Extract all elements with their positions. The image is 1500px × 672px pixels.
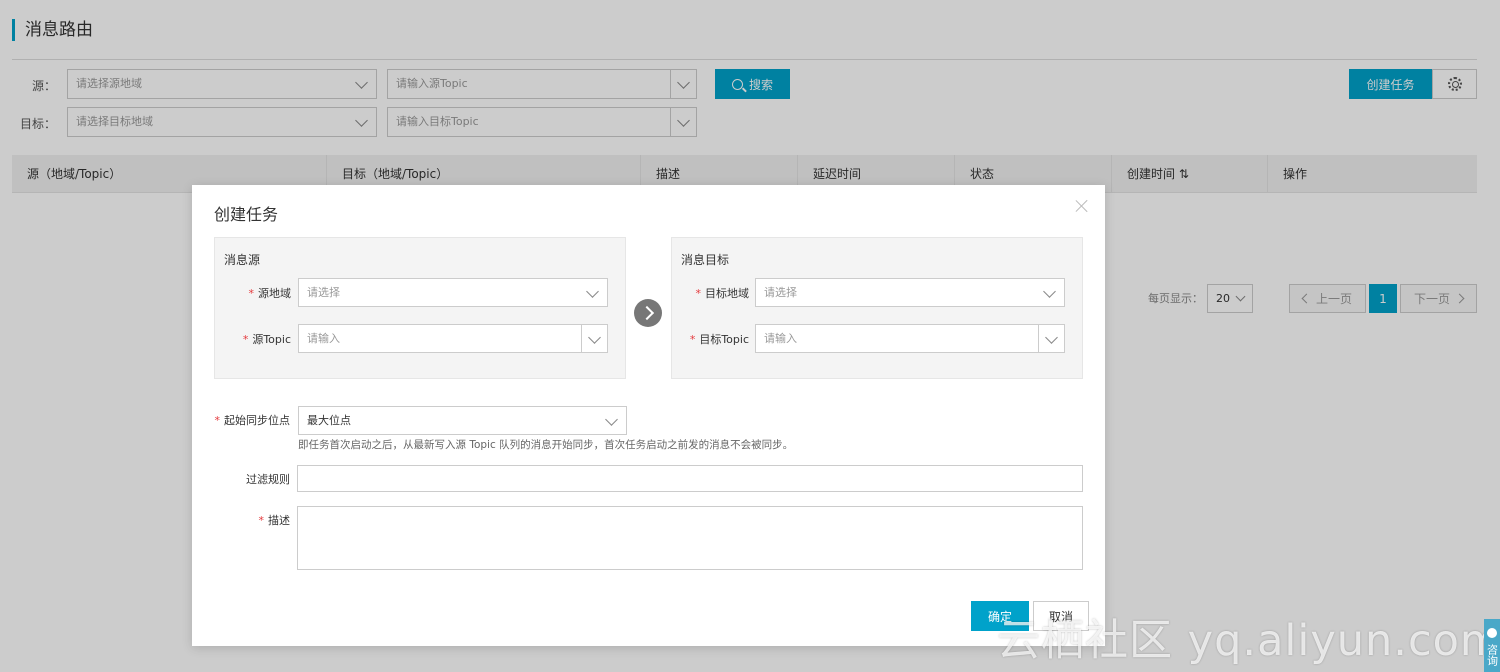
modal-target-region-placeholder: 请选择: [764, 286, 797, 299]
chevron-down-icon: [1045, 331, 1058, 344]
chevron-down-icon: [588, 331, 601, 344]
close-icon[interactable]: [1075, 199, 1089, 213]
consult-side-tab-label: 咨询: [1485, 644, 1499, 666]
sync-start-help-text: 即任务首次启动之后，从最新写入源 Topic 队列的消息开始同步，首次任务启动之…: [298, 439, 794, 451]
required-marker: *: [258, 514, 265, 527]
sync-start-select[interactable]: 最大位点: [298, 406, 627, 435]
required-marker: *: [248, 287, 255, 300]
source-region-label: * 源地域: [248, 287, 292, 300]
modal-source-topic-dropdown-toggle[interactable]: [581, 325, 607, 352]
modal-target-region-select[interactable]: 请选择: [755, 278, 1065, 307]
filter-rule-label: 过滤规则: [246, 473, 290, 486]
modal-source-region-placeholder: 请选择: [307, 286, 340, 299]
site-watermark: 云栖社区 yq.aliyun.com: [997, 616, 1500, 666]
modal-target-topic-placeholder: 请输入: [764, 332, 797, 345]
create-task-dialog: 创建任务 消息源 * 源地域 请选择 * 源Topic 请输入 消息目标 * 目标地域…: [192, 185, 1105, 646]
modal-source-region-select[interactable]: 请选择: [298, 278, 608, 307]
modal-target-topic-input[interactable]: 请输入: [755, 324, 1065, 353]
chevron-down-icon: [1043, 285, 1056, 298]
required-marker: *: [689, 333, 696, 346]
target-panel: 消息目标 * 目标地域 请选择 * 目标Topic 请输入: [671, 237, 1083, 379]
dialog-title: 创建任务: [214, 205, 279, 224]
filter-rule-input[interactable]: [297, 465, 1083, 492]
modal-source-topic-placeholder: 请输入: [307, 332, 340, 345]
required-marker: *: [242, 333, 249, 346]
target-topic-label: * 目标Topic: [689, 333, 749, 346]
required-marker: *: [214, 414, 221, 427]
description-textarea[interactable]: [297, 506, 1083, 570]
required-marker: *: [695, 287, 702, 300]
sync-start-value: 最大位点: [307, 414, 351, 427]
chevron-down-icon: [605, 413, 618, 426]
source-panel-title: 消息源: [224, 253, 261, 267]
consult-icon: [1487, 628, 1497, 638]
target-panel-title: 消息目标: [681, 253, 730, 267]
arrow-right-circle-icon: [634, 299, 662, 327]
source-topic-label: * 源Topic: [242, 333, 291, 346]
description-label: * 描述: [258, 514, 291, 527]
modal-source-topic-input[interactable]: 请输入: [298, 324, 608, 353]
chevron-down-icon: [586, 285, 599, 298]
target-region-label: * 目标地域: [695, 287, 750, 300]
modal-target-topic-dropdown-toggle[interactable]: [1038, 325, 1064, 352]
consult-side-tab[interactable]: 咨询: [1484, 619, 1500, 672]
source-panel: 消息源 * 源地域 请选择 * 源Topic 请输入: [214, 237, 626, 379]
sync-start-label: * 起始同步位点: [214, 414, 291, 427]
